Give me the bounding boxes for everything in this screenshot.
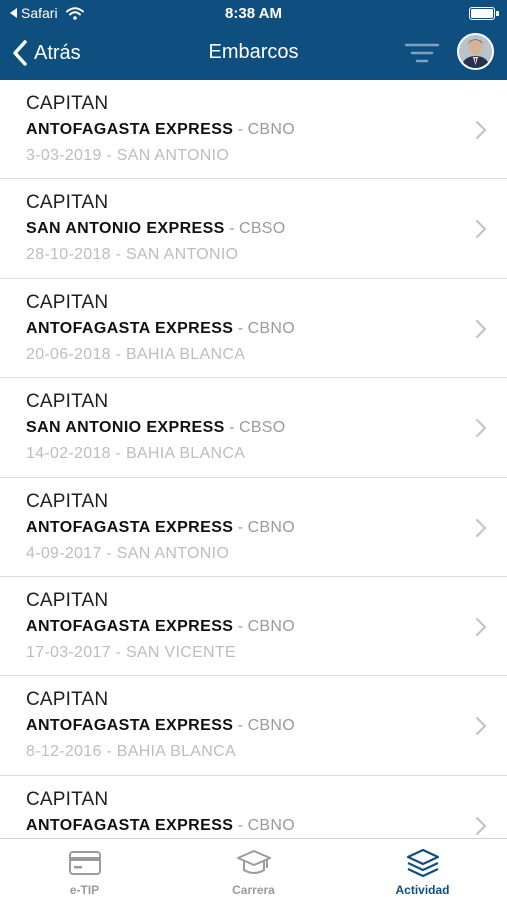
chevron-right-icon: [475, 518, 487, 537]
vessel-code: CBNO: [247, 121, 295, 138]
date-port: 17-03-2017 - SAN VICENTE: [26, 643, 236, 661]
vessel-line: ANTOFAGASTA EXPRESS - CBNO: [26, 817, 295, 835]
list-item[interactable]: CAPITAN ANTOFAGASTA EXPRESS - CBNO: [0, 776, 507, 838]
vessel-name: ANTOFAGASTA EXPRESS: [26, 518, 234, 536]
separator: -: [233, 319, 248, 337]
vessel-name: ANTOFAGASTA EXPRESS: [26, 617, 234, 635]
separator: -: [233, 816, 248, 834]
back-label: Atrás: [34, 41, 81, 64]
app-header: Safari 8:38 AM Atrás Embarcos: [0, 0, 507, 80]
graduation-cap-icon: [236, 850, 271, 874]
chevron-right-icon: [475, 120, 487, 140]
crew-role: CAPITAN: [26, 788, 109, 810]
filter-icon[interactable]: [405, 42, 439, 64]
crew-role: CAPITAN: [26, 93, 109, 114]
vessel-code: CBNO: [247, 518, 295, 536]
tab-actividad[interactable]: Actividad: [338, 839, 507, 900]
separator: -: [233, 717, 248, 735]
vessel-name: ANTOFAGASTA EXPRESS: [26, 816, 234, 834]
list-item[interactable]: CAPITAN ANTOFAGASTA EXPRESS - CBNO 3-03-20…: [0, 80, 507, 180]
vessel-code: CBNO: [247, 816, 295, 834]
back-button[interactable]: Atrás: [12, 38, 81, 68]
embarcos-list[interactable]: CAPITAN ANTOFAGASTA EXPRESS - CBNO 3-03-20…: [0, 80, 507, 838]
tab-label: e-TIP: [69, 883, 100, 897]
tab-etip[interactable]: e-TIP: [0, 839, 169, 900]
date-port: 8-12-2016 - BAHIA BLANCA: [26, 743, 236, 761]
card-icon: [68, 851, 101, 875]
vessel-line: SAN ANTONIO EXPRESS - CBSO: [26, 220, 286, 238]
separator: -: [224, 220, 239, 238]
list-item[interactable]: CAPITAN ANTOFAGASTA EXPRESS - CBNO 8-12-20…: [0, 676, 507, 776]
user-photo-icon: [459, 35, 492, 68]
vessel-line: ANTOFAGASTA EXPRESS - CBNO: [26, 320, 295, 338]
date-port: 28-10-2018 - SAN ANTONIO: [26, 246, 239, 264]
chevron-left-icon: [13, 40, 27, 66]
vessel-name: SAN ANTONIO EXPRESS: [26, 419, 225, 437]
tab-bar: e-TIP Carrera Actividad: [0, 838, 507, 900]
vessel-line: ANTOFAGASTA EXPRESS - CBNO: [26, 618, 295, 636]
chevron-right-icon: [475, 816, 487, 835]
tab-carrera[interactable]: Carrera: [169, 839, 338, 900]
chevron-right-icon: [475, 717, 487, 736]
chevron-right-icon: [475, 419, 487, 438]
status-bar: Safari 8:38 AM: [0, 0, 507, 28]
crew-role: CAPITAN: [26, 490, 109, 512]
chevron-right-icon: [475, 220, 487, 239]
battery-icon: [469, 7, 495, 20]
crew-role: CAPITAN: [26, 192, 109, 214]
list-item[interactable]: CAPITAN ANTOFAGASTA EXPRESS - CBNO 20-06-2…: [0, 279, 507, 379]
avatar[interactable]: [457, 33, 494, 70]
crew-role: CAPITAN: [26, 689, 109, 711]
list-item[interactable]: CAPITAN SAN ANTONIO EXPRESS - CBSO 14-02-2…: [0, 378, 507, 478]
vessel-line: SAN ANTONIO EXPRESS - CBSO: [26, 419, 286, 437]
vessel-code: CBSO: [238, 419, 286, 437]
vessel-code: CBNO: [247, 617, 295, 635]
vessel-line: ANTOFAGASTA EXPRESS - CBNO: [26, 717, 295, 735]
separator: -: [233, 518, 248, 536]
vessel-code: CBNO: [247, 319, 295, 337]
tab-label: Carrera: [232, 883, 275, 897]
battery-cap: [496, 11, 499, 16]
tab-label: Actividad: [395, 883, 450, 897]
vessel-line: ANTOFAGASTA EXPRESS - CBNO: [26, 121, 295, 139]
list-item[interactable]: CAPITAN ANTOFAGASTA EXPRESS - CBNO 17-03-2…: [0, 577, 507, 677]
navigation-bar: Atrás Embarcos: [0, 28, 507, 80]
separator: -: [233, 617, 248, 635]
vessel-name: ANTOFAGASTA EXPRESS: [26, 717, 234, 735]
date-port: 4-09-2017 - SAN ANTONIO: [26, 544, 230, 562]
separator: -: [233, 121, 248, 138]
list-item[interactable]: CAPITAN ANTOFAGASTA EXPRESS - CBNO 4-09-20…: [0, 478, 507, 577]
crew-role: CAPITAN: [26, 391, 109, 413]
crew-role: CAPITAN: [26, 589, 109, 611]
list-item[interactable]: CAPITAN SAN ANTONIO EXPRESS - CBSO 28-10-2…: [0, 179, 507, 279]
date-port: 20-06-2018 - BAHIA BLANCA: [26, 345, 246, 363]
vessel-name: ANTOFAGASTA EXPRESS: [26, 121, 234, 138]
vessel-name: SAN ANTONIO EXPRESS: [26, 220, 225, 238]
crew-role: CAPITAN: [26, 291, 109, 313]
vessel-name: ANTOFAGASTA EXPRESS: [26, 319, 234, 337]
status-time: 8:38 AM: [225, 5, 282, 22]
vessel-code: CBNO: [247, 717, 295, 735]
vessel-code: CBSO: [238, 220, 286, 238]
layers-icon: [406, 848, 439, 878]
vessel-line: ANTOFAGASTA EXPRESS - CBNO: [26, 519, 295, 537]
separator: -: [224, 419, 239, 437]
date-port: 3-03-2019 - SAN ANTONIO: [26, 147, 230, 164]
date-port: 14-02-2018 - BAHIA BLANCA: [26, 445, 246, 463]
chevron-right-icon: [475, 319, 487, 338]
chevron-right-icon: [475, 617, 487, 637]
